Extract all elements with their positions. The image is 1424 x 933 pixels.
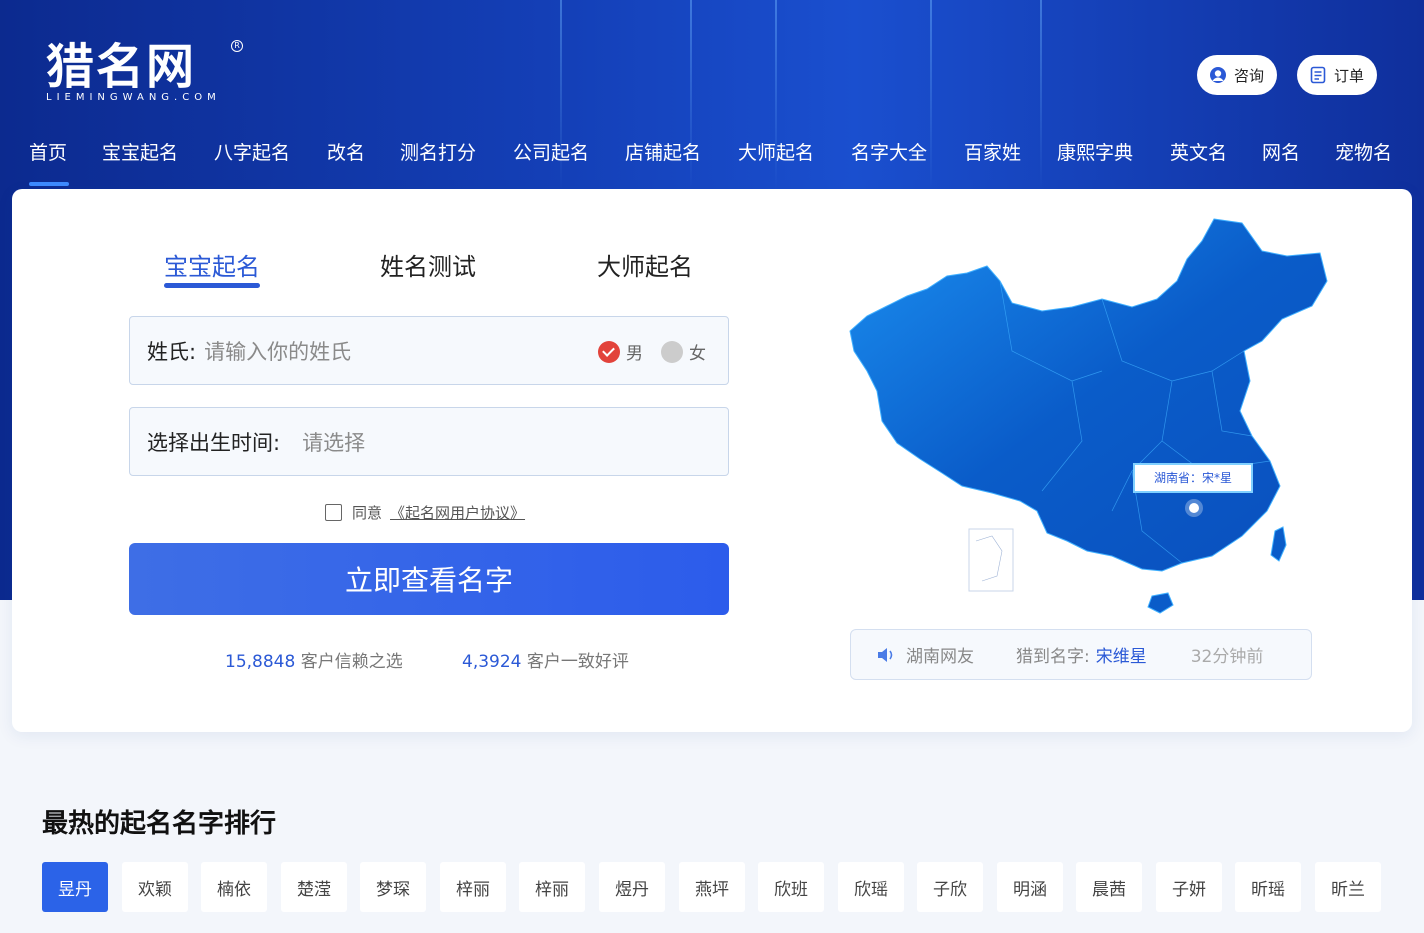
nav-item-shop[interactable]: 店铺起名 — [625, 138, 701, 165]
surname-label: 姓氏: — [147, 339, 197, 364]
nav-item-rename[interactable]: 改名 — [327, 138, 365, 165]
nav-item-master[interactable]: 大师起名 — [738, 138, 814, 165]
ticker-label: 猎到名字: — [1016, 647, 1090, 667]
nav-item-kangxi[interactable]: 康熙字典 — [1057, 138, 1133, 165]
ticker-user: 湖南网友 — [906, 647, 974, 667]
nav-item-home[interactable]: 首页 — [29, 138, 67, 165]
name-chip[interactable]: 欢颖 — [122, 862, 188, 912]
review-text: 客户一致好评 — [526, 652, 629, 672]
name-chip[interactable]: 燕坪 — [679, 862, 745, 912]
nav-item-surnames[interactable]: 百家姓 — [964, 138, 1021, 165]
consult-button[interactable]: 咨询 — [1197, 55, 1277, 95]
birth-time-label: 选择出生时间: — [147, 430, 281, 455]
name-chip[interactable]: 欣瑶 — [838, 862, 904, 912]
nav-item-score[interactable]: 测名打分 — [400, 138, 476, 165]
surname-input[interactable]: 请输入你的姓氏 — [204, 336, 351, 366]
name-chip[interactable]: 梓丽 — [519, 862, 585, 912]
name-chip[interactable]: 子妍 — [1156, 862, 1222, 912]
agreement-row: 同意 《起名网用户协议》 — [325, 502, 525, 523]
registered-icon: R — [231, 40, 243, 52]
speaker-icon — [878, 647, 893, 662]
agree-text: 同意 — [352, 504, 383, 522]
name-chip[interactable]: 煜丹 — [599, 862, 665, 912]
name-chip[interactable]: 明涵 — [997, 862, 1063, 912]
location-halo — [1185, 499, 1203, 517]
trust-text: 客户信赖之选 — [300, 652, 403, 672]
name-chip[interactable]: 欣班 — [758, 862, 824, 912]
review-stat: 4,3924 客户一致好评 — [462, 647, 629, 672]
tab-name-test[interactable]: 姓名测试 — [380, 247, 476, 282]
name-chip[interactable]: 楚滢 — [281, 862, 347, 912]
nav-item-english[interactable]: 英文名 — [1170, 138, 1227, 165]
surname-field[interactable]: 姓氏: 请输入你的姓氏 男 女 — [129, 316, 729, 385]
ticker-name: 宋维星 — [1095, 647, 1147, 667]
nav-item-names[interactable]: 名字大全 — [851, 138, 927, 165]
birth-time-field[interactable]: 选择出生时间: 请选择 — [129, 407, 729, 476]
gender-selector: 男 女 — [598, 339, 706, 364]
ticker-time: 32分钟前 — [1190, 647, 1264, 667]
male-label[interactable]: 男 — [626, 339, 643, 364]
name-chip[interactable]: 昕兰 — [1315, 862, 1381, 912]
nav-active-indicator — [29, 182, 69, 186]
name-chip[interactable]: 子欣 — [917, 862, 983, 912]
order-button[interactable]: 订单 — [1297, 55, 1377, 95]
trust-stat: 15,8848 客户信赖之选 — [225, 647, 403, 672]
submit-button[interactable]: 立即查看名字 — [129, 543, 729, 615]
order-label: 订单 — [1334, 66, 1365, 85]
user-agreement-link[interactable]: 《起名网用户协议》 — [390, 502, 525, 523]
tab-master-name[interactable]: 大师起名 — [597, 247, 693, 282]
nav-item-company[interactable]: 公司起名 — [513, 138, 589, 165]
logo-mark: 猎名网 — [46, 39, 197, 95]
ranking-title: 最热的起名名字排行 — [42, 809, 277, 839]
tab-active-indicator — [164, 283, 260, 288]
name-chip[interactable]: 晨茜 — [1076, 862, 1142, 912]
map-mainland — [849, 218, 1328, 572]
china-map: 湖南省：宋*星 — [849, 218, 1328, 614]
name-chip[interactable]: 梦琛 — [360, 862, 426, 912]
birth-time-select[interactable]: 请选择 — [302, 427, 365, 457]
main-nav: 首页 宝宝起名 八字起名 改名 测名打分 公司起名 店铺起名 大师起名 名字大全… — [0, 138, 1424, 178]
naming-card: 宝宝起名 姓名测试 大师起名 姓氏: 请输入你的姓氏 男 女 选择出生时间: 请… — [12, 189, 1412, 732]
agree-checkbox[interactable] — [325, 504, 342, 521]
headset-icon — [1210, 67, 1226, 83]
name-ticker: 湖南网友 猎到名字: 宋维星 32分钟前 — [850, 629, 1312, 680]
logo-subtitle: LIEMINGWANG.COM — [46, 92, 221, 103]
nav-item-baby-name[interactable]: 宝宝起名 — [102, 138, 178, 165]
map-hainan — [1147, 592, 1174, 614]
consult-label: 咨询 — [1234, 66, 1265, 85]
female-label[interactable]: 女 — [689, 339, 706, 364]
nav-item-bazi[interactable]: 八字起名 — [214, 138, 290, 165]
name-chip[interactable]: 昕瑶 — [1235, 862, 1301, 912]
south-china-sea-inset — [968, 528, 1014, 592]
male-radio[interactable] — [598, 340, 620, 363]
nav-item-pet[interactable]: 宠物名 — [1335, 138, 1392, 165]
name-chip[interactable]: 昱丹 — [42, 862, 108, 912]
nav-item-nickname[interactable]: 网名 — [1262, 138, 1300, 165]
female-radio[interactable] — [661, 340, 683, 363]
location-popup: 湖南省：宋*星 — [1154, 470, 1232, 485]
name-chip[interactable]: 楠依 — [201, 862, 267, 912]
review-count: 4,3924 — [462, 652, 522, 672]
trust-count: 15,8848 — [225, 652, 296, 672]
name-chip[interactable]: 梓丽 — [440, 862, 506, 912]
order-list-icon — [1310, 66, 1326, 84]
map-taiwan — [1270, 526, 1287, 562]
site-logo[interactable]: 猎名网 LIEMINGWANG.COM R — [46, 40, 251, 112]
tab-baby-name[interactable]: 宝宝起名 — [164, 247, 260, 282]
